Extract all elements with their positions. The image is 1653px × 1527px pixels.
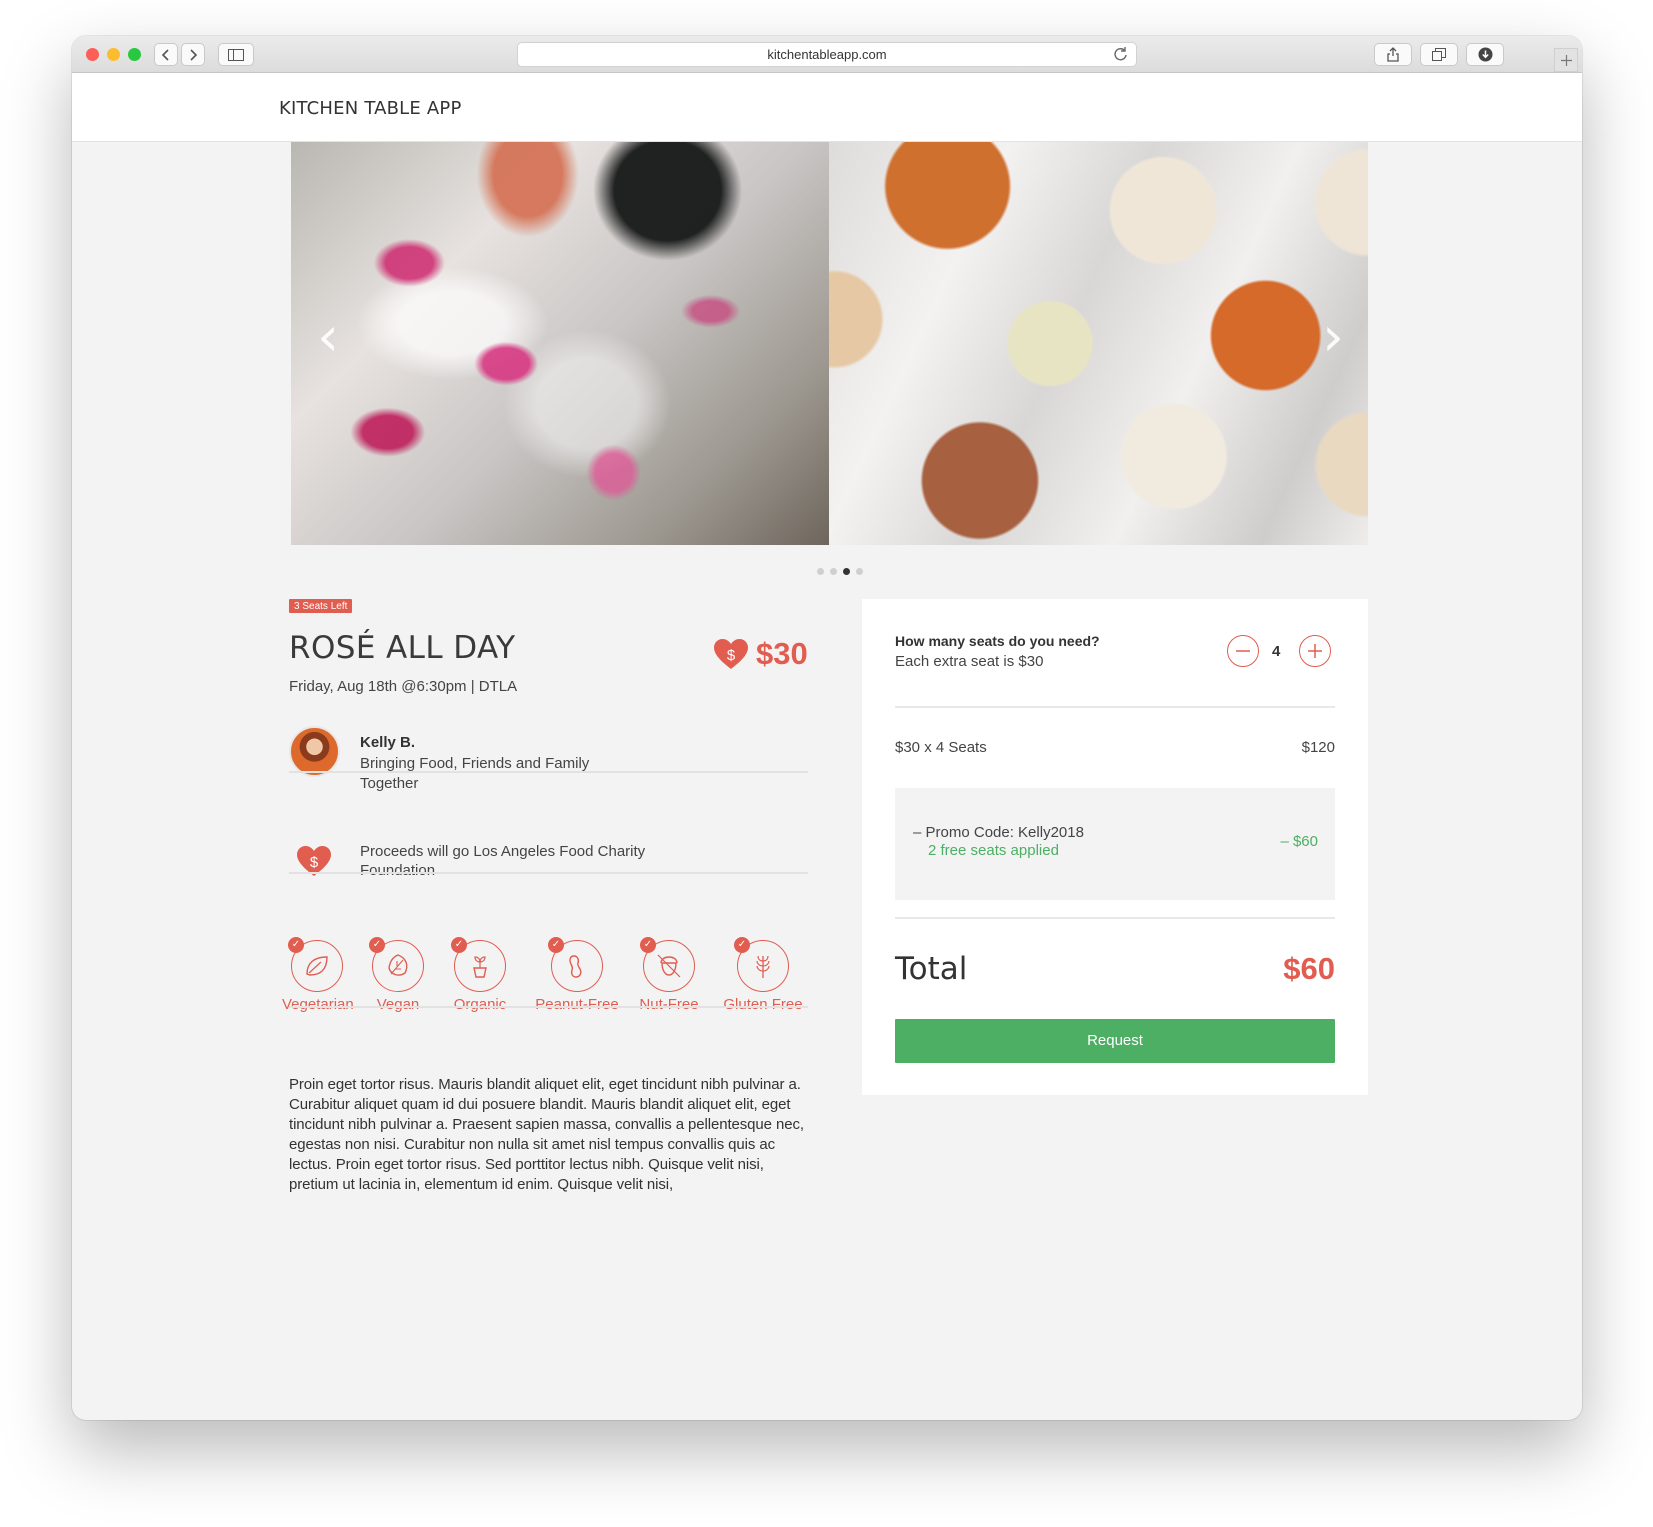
- dietary-tags: ✓ Vegetarian ✓ Vegan ✓ Organic ✓ Peanut-…: [282, 937, 822, 1020]
- diet-tag-peanut-free: ✓ Peanut-Free: [535, 937, 619, 1013]
- chevron-left-icon: [161, 48, 169, 61]
- nut-icon: [657, 954, 681, 978]
- promo-box: – Promo Code: Kelly2018 2 free seats app…: [895, 788, 1335, 900]
- zoom-window-button[interactable]: [128, 48, 141, 61]
- share-icon: [1387, 47, 1399, 62]
- promo-applied-note: 2 free seats applied: [928, 842, 1059, 859]
- browser-toolbar: kitchentableapp.com: [72, 36, 1582, 73]
- event-date-location: Friday, Aug 18th @6:30pm | DTLA: [289, 678, 518, 695]
- section-divider: [289, 771, 808, 773]
- plus-icon: [1308, 644, 1322, 658]
- diet-tag-vegan: ✓ Vegan: [368, 937, 428, 1013]
- plus-icon: [1560, 54, 1572, 66]
- diet-label: Organic: [453, 996, 507, 1013]
- minimize-window-button[interactable]: [107, 48, 120, 61]
- host-avatar[interactable]: [289, 726, 340, 777]
- carousel-dot[interactable]: [843, 568, 850, 575]
- sidebar-toggle-button[interactable]: [218, 43, 254, 66]
- leaf-icon: [306, 956, 328, 976]
- site-header: KITCHEN TABLE APP: [72, 73, 1582, 142]
- carousel-image-rose-on-ice: [291, 142, 829, 545]
- tabs-overview-button[interactable]: [1420, 43, 1458, 66]
- extra-seat-note: Each extra seat is $30: [895, 653, 1044, 670]
- section-divider: [289, 1006, 808, 1008]
- request-button[interactable]: Request: [895, 1019, 1335, 1063]
- charity-note: Proceeds will go Los Angeles Food Charit…: [360, 843, 646, 879]
- host-name[interactable]: Kelly B.: [360, 734, 415, 751]
- svg-text:$: $: [727, 647, 736, 664]
- share-button[interactable]: [1374, 43, 1412, 66]
- promo-discount: – $60: [1280, 833, 1318, 850]
- check-icon: ✓: [288, 937, 304, 953]
- carousel-prev-arrow[interactable]: ‹: [313, 307, 343, 367]
- section-divider: [289, 872, 808, 874]
- carousel-image-macarons: [829, 142, 1368, 545]
- carousel-dots: [817, 568, 863, 575]
- check-icon: ✓: [451, 937, 467, 953]
- sidebar-icon: [228, 48, 244, 61]
- decrease-seats-button[interactable]: [1227, 635, 1259, 667]
- increase-seats-button[interactable]: [1299, 635, 1331, 667]
- leaf-outline-icon: [388, 954, 408, 976]
- tabs-icon: [1432, 48, 1446, 61]
- diet-tag-vegetarian: ✓ Vegetarian: [282, 937, 354, 1013]
- minus-icon: [1236, 650, 1250, 652]
- diet-label: Peanut-Free: [535, 996, 619, 1013]
- diet-tag-organic: ✓ Organic: [450, 937, 510, 1013]
- card-divider: [895, 706, 1335, 708]
- diet-label: Vegan: [376, 996, 420, 1013]
- chevron-right-icon: [190, 48, 198, 61]
- price-value: $30: [756, 636, 808, 671]
- svg-text:$: $: [310, 854, 319, 871]
- carousel-dot[interactable]: [856, 568, 863, 575]
- subtotal-label: $30 x 4 Seats: [895, 739, 987, 756]
- check-icon: ✓: [734, 937, 750, 953]
- card-divider: [895, 917, 1335, 919]
- browser-window: kitchentableapp.com KITCHEN TABLE APP ‹ …: [72, 36, 1582, 1420]
- peanut-icon: [569, 955, 582, 978]
- seat-count: 4: [1272, 643, 1281, 660]
- check-icon: ✓: [640, 937, 656, 953]
- wheat-icon: [756, 955, 770, 978]
- total-value: $60: [1283, 951, 1335, 986]
- diet-label: Gluten Free: [723, 996, 803, 1013]
- url-text: kitchentableapp.com: [767, 47, 887, 62]
- diet-tag-gluten-free: ✓ Gluten Free: [723, 937, 803, 1013]
- event-price: $ $30: [714, 636, 808, 672]
- diet-label: Nut-Free: [639, 996, 699, 1013]
- image-carousel[interactable]: ‹ ›: [291, 142, 1368, 545]
- carousel-dot[interactable]: [817, 568, 824, 575]
- carousel-next-arrow[interactable]: ›: [1318, 307, 1348, 367]
- potted-plant-icon: [473, 956, 487, 978]
- booking-card: How many seats do you need? Each extra s…: [862, 599, 1368, 1095]
- event-description: Proin eget tortor risus. Mauris blandit …: [289, 1076, 804, 1193]
- download-icon: [1478, 47, 1492, 62]
- carousel-dot[interactable]: [830, 568, 837, 575]
- diet-tag-nut-free: ✓ Nut-Free: [637, 937, 701, 1013]
- seats-question: How many seats do you need?: [895, 633, 1100, 649]
- seats-left-badge: 3 Seats Left: [289, 599, 353, 613]
- address-bar[interactable]: kitchentableapp.com: [517, 42, 1137, 67]
- brand-logo-text[interactable]: KITCHEN TABLE APP: [279, 98, 462, 119]
- back-button[interactable]: [154, 43, 178, 66]
- new-tab-button[interactable]: [1554, 48, 1578, 72]
- downloads-button[interactable]: [1466, 43, 1504, 66]
- subtotal-value: $120: [1301, 739, 1335, 756]
- reload-icon[interactable]: [1112, 45, 1130, 63]
- host-tagline: Bringing Food, Friends and Family Togeth…: [360, 755, 590, 792]
- check-icon: ✓: [548, 937, 564, 953]
- forward-button[interactable]: [181, 43, 205, 66]
- promo-code: – Promo Code: Kelly2018: [913, 824, 1084, 841]
- check-icon: ✓: [369, 937, 385, 953]
- total-label: Total: [895, 951, 968, 987]
- diet-label: Vegetarian: [282, 996, 354, 1013]
- event-title: ROSÉ ALL DAY: [289, 630, 516, 666]
- close-window-button[interactable]: [86, 48, 99, 61]
- heart-dollar-icon: $: [714, 638, 748, 669]
